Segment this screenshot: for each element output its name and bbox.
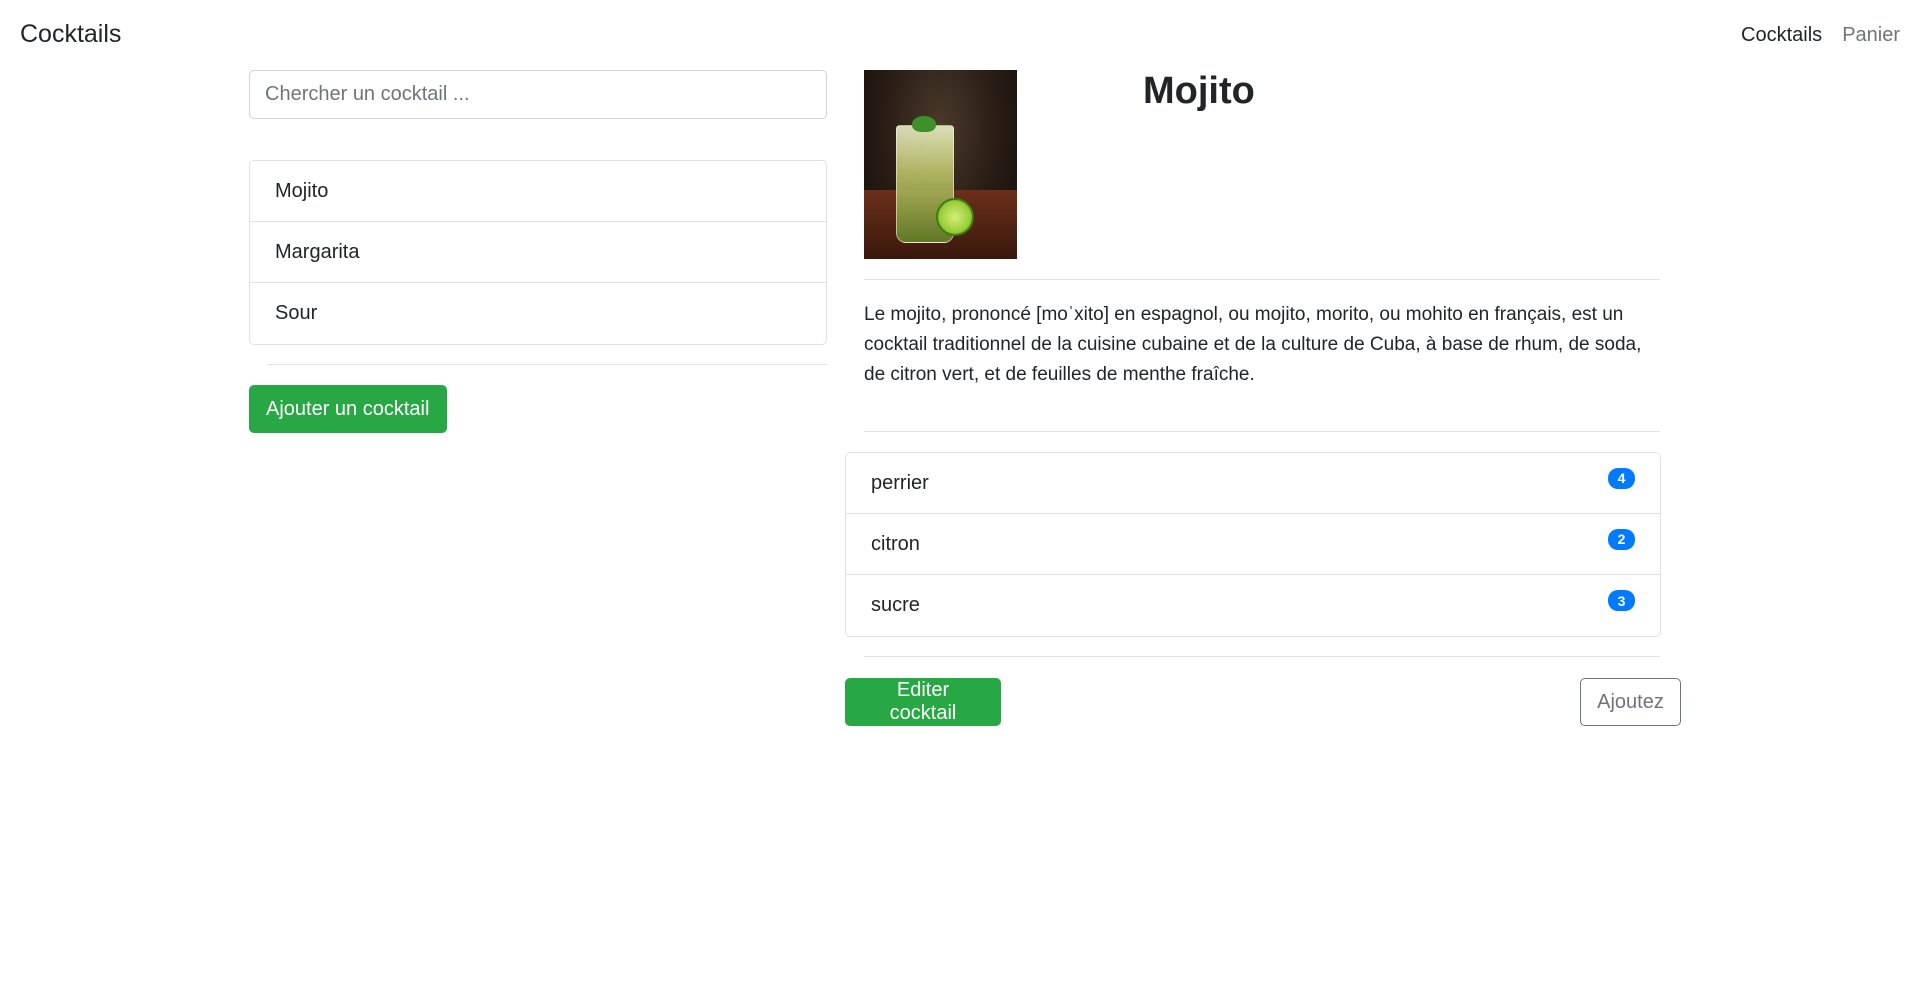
nav-link-panier[interactable]: Panier: [1842, 24, 1900, 47]
cocktail-list-item-mojito[interactable]: Mojito: [250, 161, 826, 222]
nav-links: Cocktails Panier: [1741, 24, 1900, 47]
quantity-badge: 2: [1608, 528, 1635, 550]
divider-left: [267, 364, 827, 365]
nav-link-cocktails[interactable]: Cocktails: [1741, 24, 1822, 47]
cocktail-list: Mojito Margarita Sour: [249, 160, 827, 345]
cocktail-list-item-sour[interactable]: Sour: [250, 283, 826, 344]
cocktail-list-item-margarita[interactable]: Margarita: [250, 222, 826, 283]
ingredient-name: sucre: [871, 594, 920, 616]
cocktail-description: Le mojito, prononcé [moˈxito] en espagno…: [864, 304, 1642, 385]
edit-cocktail-button[interactable]: Editer cocktail: [845, 678, 1001, 726]
quantity-badge: 3: [1608, 590, 1635, 611]
divider-bottom: [864, 656, 1660, 657]
navbar: Cocktails Cocktails Panier: [0, 0, 1920, 75]
search-input[interactable]: [249, 70, 827, 119]
add-cocktail-button[interactable]: Ajouter un cocktail: [249, 385, 447, 433]
cocktail-image: [864, 70, 1017, 259]
divider-middle: [864, 431, 1660, 432]
divider-top: [864, 279, 1660, 280]
ingredient-item[interactable]: perrier 4: [846, 453, 1660, 514]
mint-leaf-illustration: [912, 116, 936, 132]
ingredient-name: citron: [871, 532, 920, 555]
ingredient-name: perrier: [871, 471, 929, 494]
ingredient-list: perrier 4 citron 2 sucre 3: [845, 452, 1661, 637]
ingredient-item[interactable]: sucre 3: [846, 575, 1660, 636]
lime-illustration: [936, 198, 974, 236]
ingredient-item[interactable]: citron 2: [846, 514, 1660, 575]
cocktail-list-panel: Mojito Margarita Sour: [249, 70, 827, 345]
quantity-badge: 4: [1608, 467, 1635, 489]
cocktail-title: Mojito: [1143, 70, 1255, 112]
navbar-brand[interactable]: Cocktails: [20, 20, 121, 49]
add-to-cart-button[interactable]: Ajoutez: [1580, 678, 1681, 726]
